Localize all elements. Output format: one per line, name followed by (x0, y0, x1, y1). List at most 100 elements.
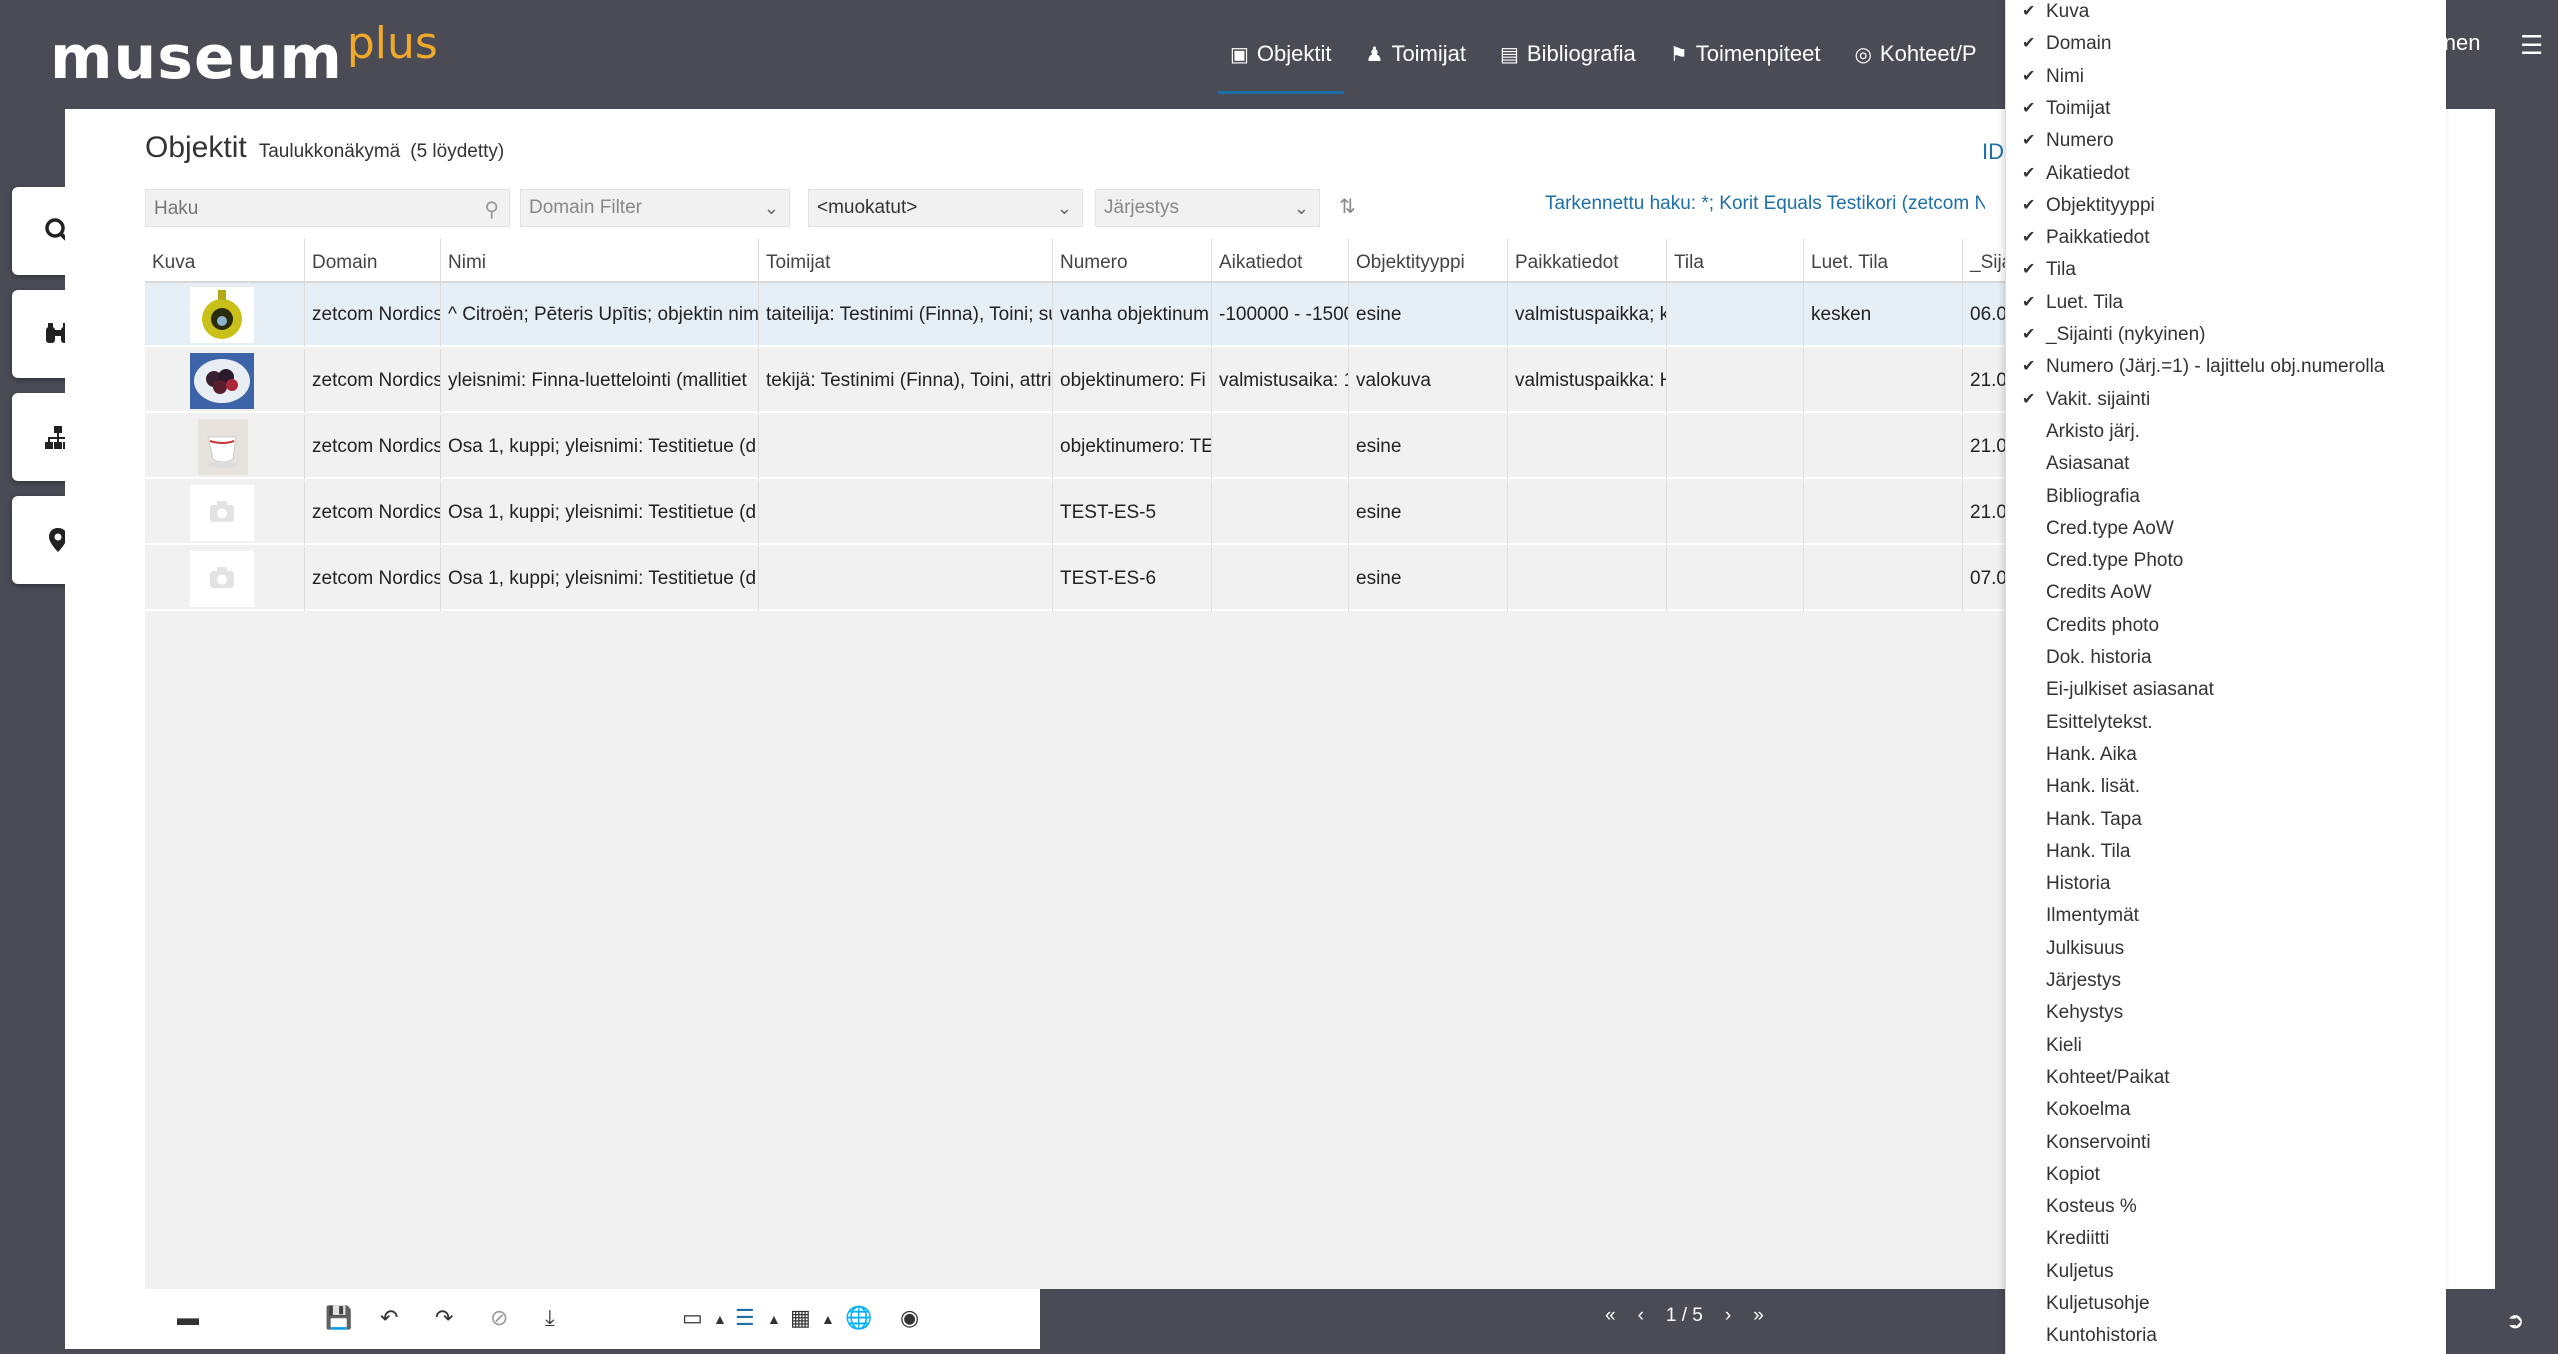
column-option[interactable]: Hank. Tila (2006, 836, 2426, 868)
ids-link[interactable]: ID (1982, 139, 2004, 165)
column-option[interactable]: Cred.type Photo (2006, 545, 2426, 577)
checkmark-icon: ✔ (2022, 229, 2036, 247)
column-option-label: Kuljetusohje (2046, 1293, 2150, 1314)
column-option[interactable]: Kuntohistoria (2006, 1320, 2426, 1352)
column-option[interactable]: Kehystys (2006, 997, 2426, 1029)
table-row[interactable]: zetcom Nordics Osa 1, kuppi; yleisnimi: … (145, 415, 2065, 479)
minimize-icon[interactable]: ▬ (177, 1305, 199, 1331)
column-option[interactable]: Hank. Aika (2006, 739, 2426, 771)
column-option[interactable]: Kuljetusohje (2006, 1288, 2426, 1320)
pager: « ‹ 1 / 5 › » (1605, 1305, 1786, 1327)
column-option[interactable]: Bibliografia (2006, 481, 2426, 513)
column-option[interactable]: ✔ Aikatiedot (2006, 158, 2426, 190)
column-header-nimi[interactable]: Nimi (441, 239, 759, 281)
advanced-search-link[interactable]: Tarkennettu haku: *; Korit Equals Testik… (1545, 193, 1985, 215)
column-option[interactable]: Esittelytekst. (2006, 707, 2426, 739)
column-option[interactable]: ✔ Vakit. sijainti (2006, 384, 2426, 416)
column-header-luet-tila[interactable]: Luet. Tila (1804, 239, 1963, 281)
column-option-label: Hank. Aika (2046, 743, 2137, 765)
search-field[interactable]: ⚲ (145, 189, 510, 228)
column-option[interactable]: Hank. lisät. (2006, 771, 2426, 803)
nav-kohteet[interactable]: ◎ Kohteet/P (1854, 0, 1976, 108)
column-header-kuva[interactable]: Kuva (145, 239, 305, 281)
column-option[interactable]: ✔ Numero (2006, 125, 2426, 157)
column-header-paikkatiedot[interactable]: Paikkatiedot (1508, 239, 1667, 281)
prev-page-icon[interactable]: ‹ (1638, 1305, 1644, 1327)
first-page-icon[interactable]: « (1605, 1305, 1616, 1327)
column-header-tila[interactable]: Tila (1667, 239, 1804, 281)
column-header-objektityyppi[interactable]: Objektityyppi (1349, 239, 1508, 281)
domain-filter-select[interactable]: Domain Filter ⌄ (520, 189, 790, 227)
column-header-numero[interactable]: Numero (1053, 239, 1212, 281)
column-option[interactable]: Kohteet/Paikat (2006, 1062, 2426, 1094)
download-icon[interactable]: ⤓ (545, 1305, 555, 1331)
column-option[interactable]: ✔ Paikkatiedot (2006, 222, 2426, 254)
column-option[interactable]: Kieli (2006, 1030, 2426, 1062)
nav-objektit[interactable]: ▣ Objektit (1218, 0, 1343, 108)
caret-up-icon[interactable]: ▲ (821, 1311, 835, 1327)
grid-view-icon[interactable]: ▦ (790, 1305, 811, 1331)
sort-direction-icon[interactable]: ⇅ (1339, 194, 1356, 219)
column-option[interactable]: Arkisto järj. (2006, 416, 2426, 448)
column-header-domain[interactable]: Domain (305, 239, 441, 281)
caret-up-icon[interactable]: ▲ (713, 1311, 727, 1327)
column-option[interactable]: Historia (2006, 868, 2426, 900)
column-option[interactable]: ✔ Numero (Järj.=1) - lajittelu obj.numero… (2006, 351, 2426, 383)
table-row[interactable]: zetcom Nordics ^ Citroën; Pēteris Upītis… (145, 283, 2065, 347)
column-option[interactable]: Ei-julkiset asiasanat (2006, 674, 2426, 706)
column-option[interactable]: ✔ _Sijainti (nykyinen) (2006, 319, 2426, 351)
column-option[interactable]: ✔ Kuva (2006, 0, 2426, 28)
column-option[interactable]: ✔ Luet. Tila (2006, 287, 2426, 319)
column-option[interactable]: Dok. historia (2006, 642, 2426, 674)
column-chooser-dropdown[interactable]: ✔ Kuva ✔ Domain ✔ Nimi ✔ Toimijat ✔ Numero ✔ Aikati… (2005, 0, 2446, 1354)
column-option[interactable]: ✔ Tila (2006, 254, 2426, 286)
search-input[interactable] (146, 190, 456, 228)
view-select[interactable]: <muokatut> ⌄ (808, 189, 1083, 227)
map-marker-icon[interactable]: ◉ (900, 1305, 919, 1331)
column-option[interactable]: ✔ Objektityyppi (2006, 190, 2426, 222)
column-option[interactable]: ✔ Toimijat (2006, 93, 2426, 125)
caret-up-icon[interactable]: ▲ (767, 1311, 781, 1327)
column-option[interactable]: Hank. Tapa (2006, 804, 2426, 836)
order-select[interactable]: Järjestys ⌄ (1095, 189, 1320, 227)
toimijat-cell (759, 481, 1053, 545)
column-option[interactable]: Credits photo (2006, 610, 2426, 642)
search-icon[interactable]: ⚲ (484, 197, 499, 222)
column-option[interactable]: ✔ Domain (2006, 28, 2426, 60)
museumplus-logo[interactable]: museum plus (50, 18, 438, 89)
cancel-icon[interactable]: ⊘ (490, 1305, 508, 1331)
globe-icon[interactable]: 🌐 (845, 1305, 872, 1331)
table-row[interactable]: zetcom Nordics Osa 1, kuppi; yleisnimi: … (145, 547, 2065, 611)
nav-toimenpiteet[interactable]: ⚑ Toimenpiteet (1670, 0, 1821, 108)
column-option[interactable]: Järjestys (2006, 965, 2426, 997)
column-option[interactable]: Krediitti (2006, 1223, 2426, 1255)
column-option[interactable]: Julkisuus (2006, 933, 2426, 965)
table-row[interactable]: zetcom Nordics yleisnimi: Finna-luettelo… (145, 349, 2065, 413)
column-option[interactable]: ✔ Nimi (2006, 61, 2426, 93)
column-header-aikatiedot[interactable]: Aikatiedot (1212, 239, 1349, 281)
nav-bibliografia[interactable]: ▤ Bibliografia (1500, 0, 1636, 108)
numero-cell: objektinumero: TE (1053, 415, 1212, 479)
column-option[interactable]: Credits AoW (2006, 577, 2426, 609)
column-option[interactable]: Kosteus % (2006, 1191, 2426, 1223)
column-option-label: Kuljetus (2046, 1260, 2114, 1282)
undo-icon[interactable]: ↶ (380, 1305, 398, 1331)
column-option[interactable]: Kokoelma (2006, 1094, 2426, 1126)
column-option[interactable]: Konservointi (2006, 1127, 2426, 1159)
logout-icon[interactable]: ➲ (2506, 1308, 2524, 1334)
column-option[interactable]: Ilmentymät (2006, 900, 2426, 932)
column-option[interactable]: Kopiot (2006, 1159, 2426, 1191)
column-option[interactable]: Kuljetus (2006, 1256, 2426, 1288)
column-header-toimijat[interactable]: Toimijat (759, 239, 1053, 281)
hamburger-menu-icon[interactable]: ☰ (2520, 30, 2543, 61)
redo-icon[interactable]: ↷ (435, 1305, 453, 1331)
table-row[interactable]: zetcom Nordics Osa 1, kuppi; yleisnimi: … (145, 481, 2065, 545)
nav-toimijat[interactable]: ♟ Toimijat (1366, 0, 1467, 108)
column-option[interactable]: Asiasanat (2006, 448, 2426, 480)
list-view-icon[interactable]: ☰ (735, 1305, 755, 1331)
next-page-icon[interactable]: › (1725, 1305, 1731, 1327)
save-icon[interactable]: 💾 (325, 1305, 352, 1331)
column-option[interactable]: Cred.type AoW (2006, 513, 2426, 545)
last-page-icon[interactable]: » (1753, 1305, 1764, 1327)
document-view-icon[interactable]: ▭ (682, 1305, 703, 1331)
